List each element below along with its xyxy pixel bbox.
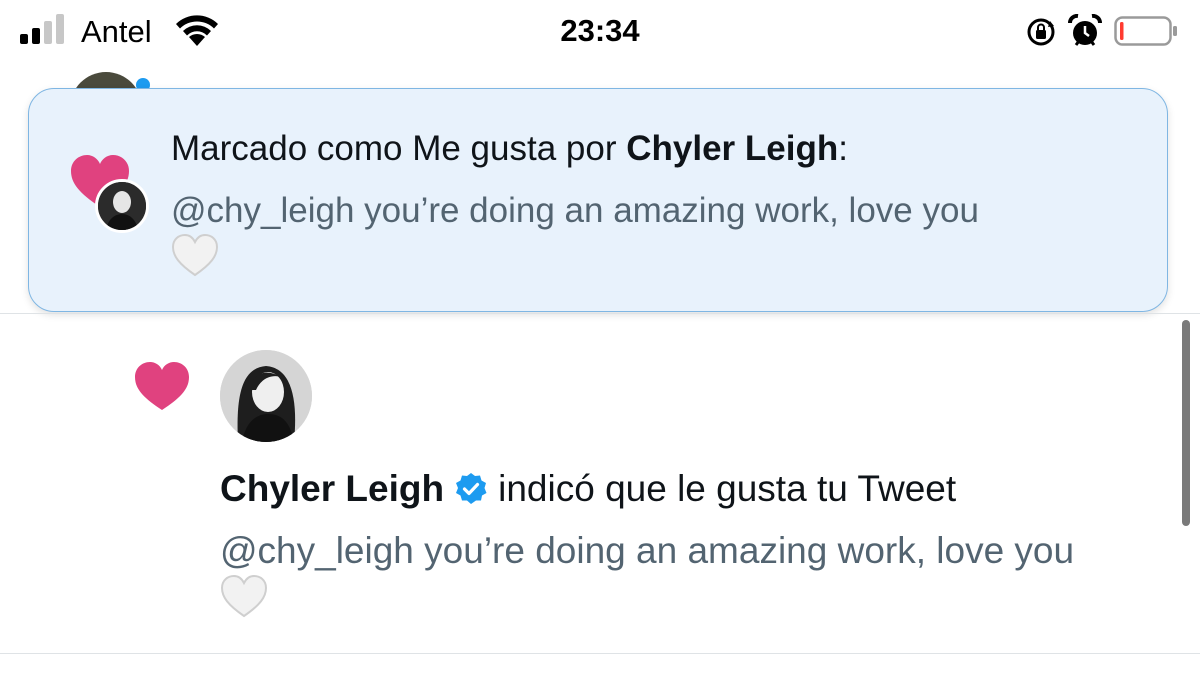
verified-badge-icon [456,473,487,504]
banner-tweet-text: @chy_leigh you’re doing an amazing work,… [171,189,1111,280]
scroll-indicator[interactable] [1182,320,1190,526]
notification-action-text: indicó que le gusta tu Tweet [498,468,957,509]
pink-heart-icon [135,362,189,410]
notification-headline: Chyler Leigh indicó que le gusta tu Twee… [220,466,956,512]
notification-user-name[interactable]: Chyler Leigh [220,468,444,509]
white-heart-emoji [171,233,219,277]
battery-icon [1114,16,1177,46]
white-heart-emoji [220,574,268,618]
notification-tweet-text[interactable]: @chy_leigh you’re doing an amazing work,… [220,528,1160,621]
status-clock: 23:34 [560,13,640,48]
divider [0,313,1200,314]
rotation-lock-icon [1027,18,1055,46]
banner-tweet-body: @chy_leigh you’re doing an amazing work,… [171,191,979,230]
banner-avatar-portrait [98,182,146,230]
banner-headline-prefix: Marcado como Me gusta por [171,129,627,168]
banner-headline-name: Chyler Leigh [626,129,839,168]
status-bar: Antel 23:34 [0,0,1200,64]
alarm-clock-icon [1068,14,1102,46]
avatar-portrait [220,350,312,442]
notifications-screen: Antel 23:34 Marcado como Me gusta por Ch… [0,0,1200,675]
notification-tweet-body: @chy_leigh you’re doing an amazing work,… [220,530,1075,571]
notification-banner[interactable]: Marcado como Me gusta por Chyler Leigh: … [28,88,1168,312]
chyler-leigh-avatar[interactable] [220,350,312,442]
banner-headline: Marcado como Me gusta por Chyler Leigh: [171,127,848,171]
divider [0,653,1200,654]
banner-avatar [95,179,149,233]
banner-headline-suffix: : [838,129,848,168]
